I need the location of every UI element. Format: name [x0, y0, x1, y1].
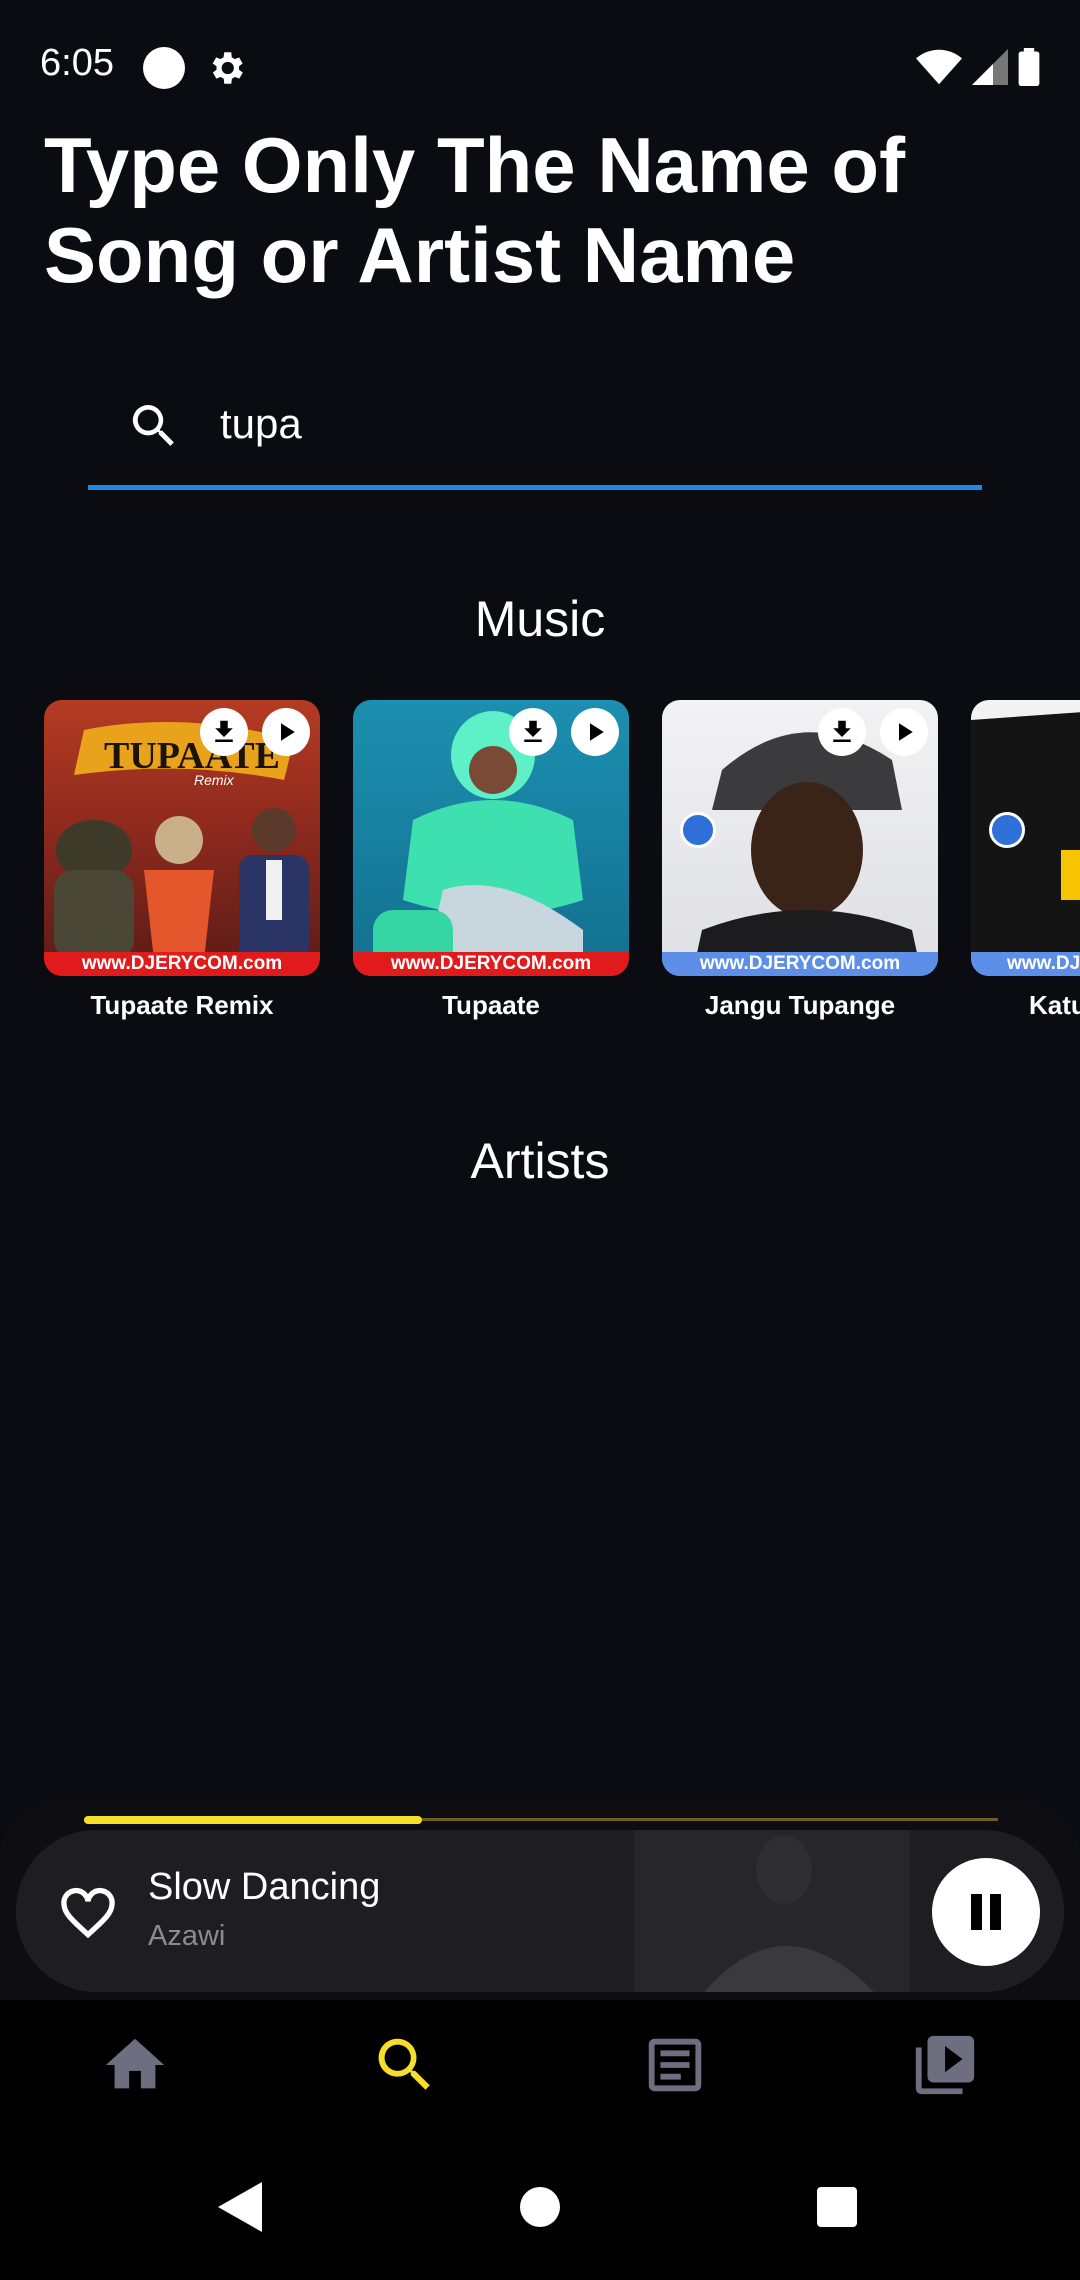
bottom-navigation	[0, 2000, 1080, 2140]
album-art-subtitle: Remix	[194, 772, 234, 788]
album-art: www.DJERYCOM.com	[353, 700, 629, 976]
search-underline	[88, 485, 982, 490]
wifi-icon	[916, 49, 962, 85]
home-icon	[105, 2038, 165, 2089]
artists-section-title: Artists	[470, 1133, 610, 1189]
search-bar	[88, 370, 982, 490]
album-art: TUPAATE Remix www.DJERYCOM.com	[44, 700, 320, 976]
status-time: 6:05	[40, 42, 114, 84]
music-carousel[interactable]: TUPAATE Remix www.DJERYCOM.com Tupaate R…	[44, 700, 1080, 1030]
card-banner: www.DJERYCOM.com	[662, 952, 938, 976]
music-card[interactable]: TUPAATE Remix www.DJERYCOM.com Tupaate R…	[44, 700, 320, 1021]
search-input[interactable]	[218, 388, 962, 460]
status-icons	[916, 48, 1040, 86]
heart-icon[interactable]	[56, 1880, 120, 1944]
card-banner: www.DJERYCOM.com	[44, 952, 320, 976]
card-title: Jangu Tupange	[704, 990, 896, 1020]
mini-player[interactable]: Slow Dancing Azawi	[16, 1830, 1064, 1992]
page-title: Type Only The Name of Song or Artist Nam…	[44, 121, 906, 299]
card-title: Katu	[1029, 990, 1080, 1020]
video-library-icon	[915, 2035, 975, 2095]
card-banner: www.DJERYCOM.com	[353, 952, 629, 976]
nav-videos[interactable]	[910, 2030, 980, 2100]
nav-search[interactable]	[370, 2030, 440, 2100]
download-button[interactable]	[818, 708, 866, 756]
play-button[interactable]	[571, 708, 619, 756]
now-playing-art	[634, 1830, 910, 1992]
album-art-title: TUPAATE	[104, 735, 280, 777]
music-section-title: Music	[474, 591, 606, 647]
notification-dot-icon	[143, 47, 185, 89]
song-title: Slow Dancing	[148, 1866, 381, 1908]
verified-icon	[680, 812, 716, 848]
play-button[interactable]	[262, 708, 310, 756]
nav-home[interactable]	[100, 2030, 170, 2100]
music-card[interactable]: www.DJ Katu	[971, 700, 1080, 1021]
recents-icon[interactable]	[817, 2187, 857, 2227]
search-icon	[378, 2038, 430, 2090]
cellular-signal-icon	[972, 49, 1008, 85]
progress-fill	[84, 1816, 422, 1824]
music-card[interactable]: www.DJERYCOM.com Tupaate	[353, 700, 629, 1021]
search-icon	[126, 398, 182, 454]
home-button-icon[interactable]	[520, 2187, 560, 2227]
article-icon	[648, 2038, 702, 2092]
battery-icon	[1018, 48, 1040, 86]
play-button[interactable]	[880, 708, 928, 756]
gear-icon	[205, 47, 247, 89]
album-art: www.DJERYCOM.com	[662, 700, 938, 976]
card-title: Tupaate	[442, 990, 540, 1020]
song-artist: Azawi	[148, 1920, 226, 1952]
system-navigation-bar	[0, 2140, 1080, 2280]
download-button[interactable]	[200, 708, 248, 756]
back-icon[interactable]	[218, 2182, 262, 2232]
card-banner: www.DJ	[971, 952, 1080, 976]
download-button[interactable]	[509, 708, 557, 756]
album-art: www.DJ	[971, 700, 1080, 976]
pause-button[interactable]	[932, 1858, 1040, 1966]
nav-articles[interactable]	[640, 2030, 710, 2100]
card-title: Tupaate Remix	[90, 990, 274, 1020]
music-card[interactable]: www.DJERYCOM.com Jangu Tupange	[662, 700, 938, 1021]
verified-icon	[989, 812, 1025, 848]
